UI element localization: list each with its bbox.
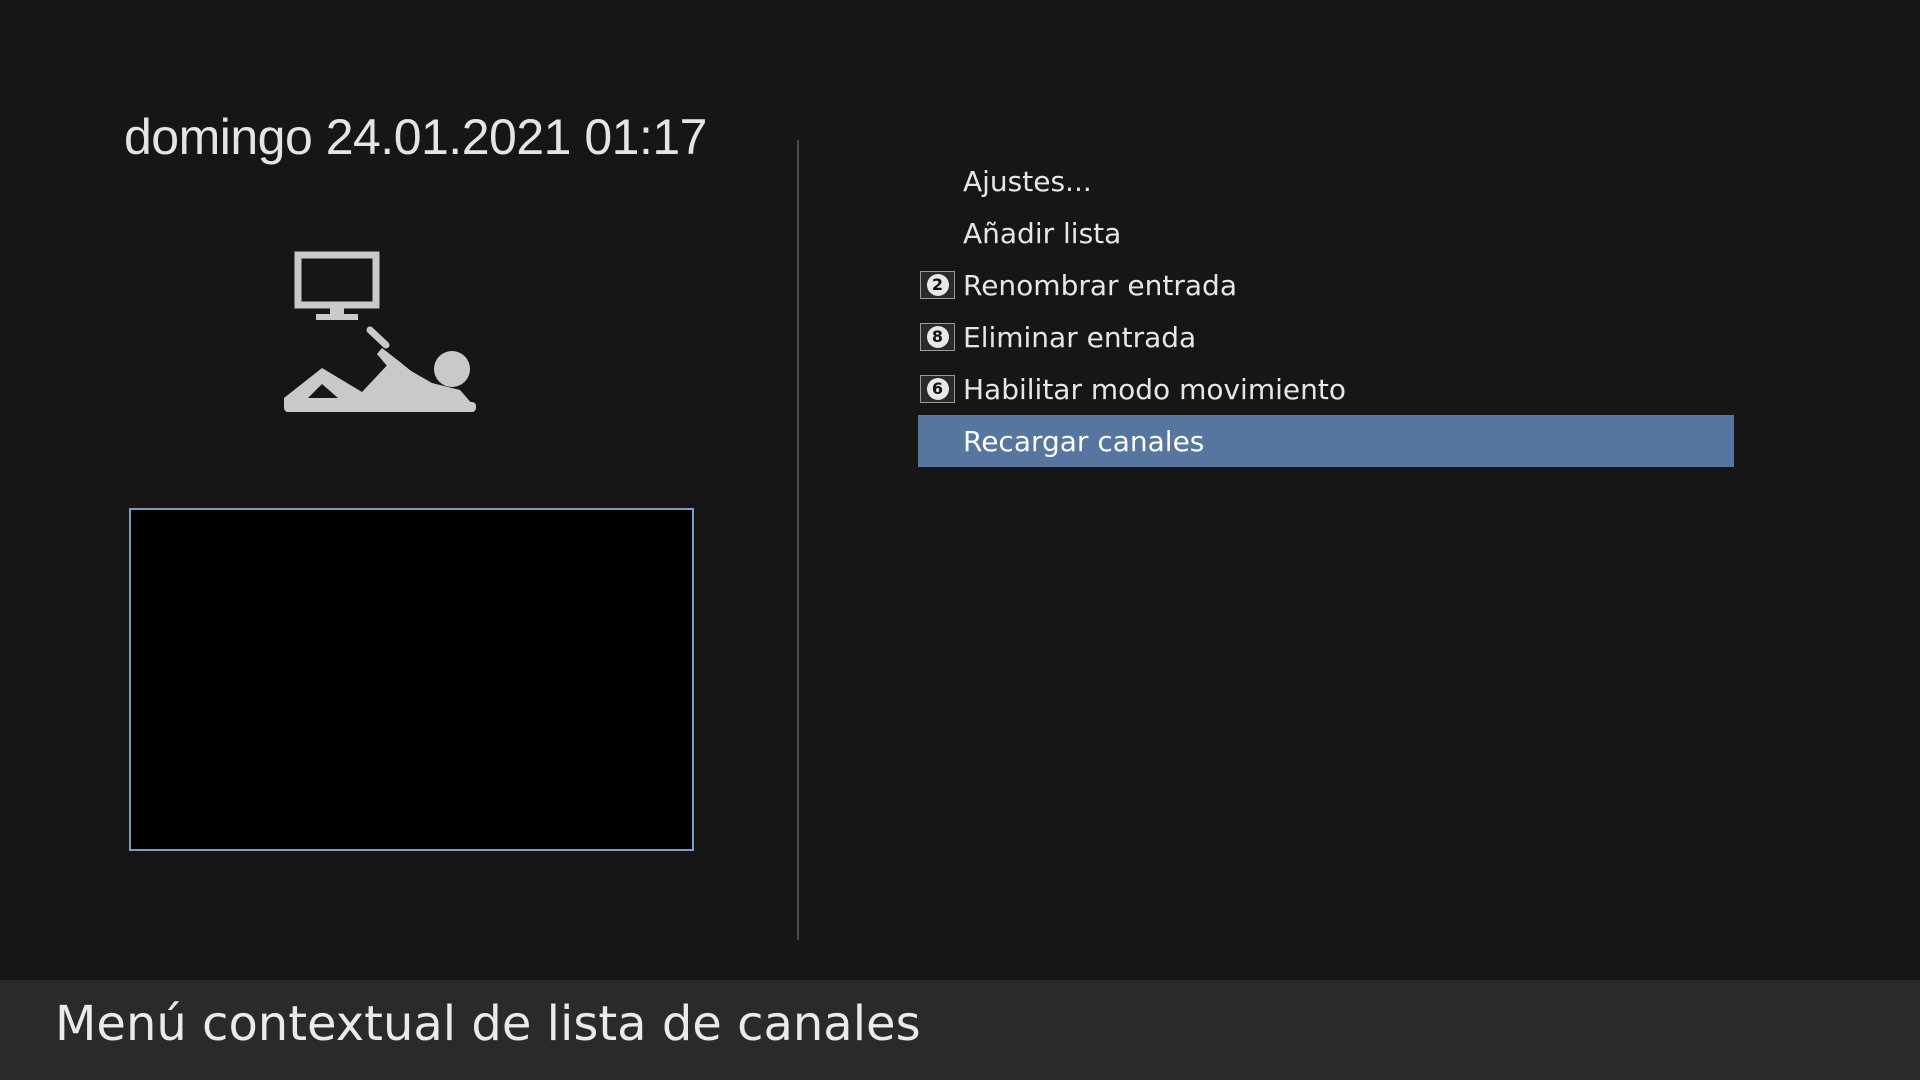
menu-item-habilitar-modo-movimiento[interactable]: 6 Habilitar modo movimiento <box>918 363 1734 415</box>
video-preview <box>129 508 694 851</box>
person-lying-watching-tv-icon <box>282 248 492 418</box>
menu-item-anadir-lista[interactable]: Añadir lista <box>918 207 1734 259</box>
key-2-icon: 2 <box>920 271 955 299</box>
screen: domingo 24.01.2021 01:17 Ajustes... Añad… <box>0 0 1920 1080</box>
menu-item-label: Recargar canales <box>963 424 1205 458</box>
menu-item-renombrar-entrada[interactable]: 2 Renombrar entrada <box>918 259 1734 311</box>
key-8-icon: 8 <box>920 323 955 351</box>
menu-item-label: Añadir lista <box>963 216 1122 250</box>
context-menu: Ajustes... Añadir lista 2 Renombrar entr… <box>918 155 1734 467</box>
key-number: 6 <box>926 378 949 400</box>
footer-bar: Menú contextual de lista de canales <box>0 980 1920 1080</box>
menu-item-label: Habilitar modo movimiento <box>963 372 1346 406</box>
key-number: 2 <box>926 274 949 296</box>
menu-item-label: Ajustes... <box>963 164 1092 198</box>
menu-item-label: Eliminar entrada <box>963 320 1197 354</box>
menu-item-ajustes[interactable]: Ajustes... <box>918 155 1734 207</box>
menu-item-recargar-canales[interactable]: Recargar canales <box>918 415 1734 467</box>
vertical-divider <box>797 140 799 940</box>
date-time-display: domingo 24.01.2021 01:17 <box>124 109 707 165</box>
screen-title: Menú contextual de lista de canales <box>55 996 921 1052</box>
key-number: 8 <box>926 326 949 348</box>
menu-item-eliminar-entrada[interactable]: 8 Eliminar entrada <box>918 311 1734 363</box>
key-6-icon: 6 <box>920 375 955 403</box>
menu-item-label: Renombrar entrada <box>963 268 1237 302</box>
